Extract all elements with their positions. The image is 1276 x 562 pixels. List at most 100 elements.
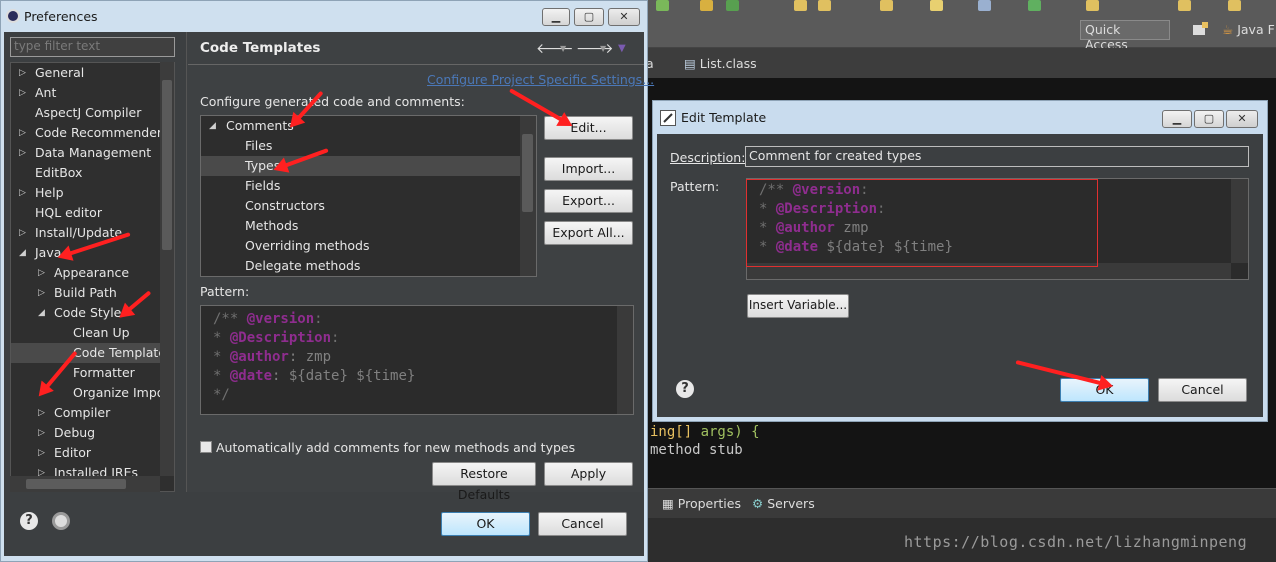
java-perspective-button[interactable]: ☕ Java F [1222,22,1275,37]
tree-item[interactable]: Organize Impo [11,383,164,403]
expand-icon[interactable]: ▷ [19,63,26,83]
maximize-button[interactable]: ▢ [1194,110,1224,128]
help-icon[interactable]: ? [20,512,38,530]
tree-item[interactable]: ▷ Code Recommenders [11,123,169,143]
import-button[interactable]: Import... [544,157,633,181]
window-title: Preferences [24,9,98,24]
chevron-down-icon[interactable]: ▼ [600,44,606,53]
tab-servers[interactable]: ⚙ Servers [752,496,815,511]
expand-icon[interactable]: ▷ [19,223,26,243]
expand-icon[interactable]: ▷ [19,183,26,203]
tree-scroll-thumb[interactable] [162,80,172,250]
auto-comments-checkbox[interactable] [200,441,212,453]
expand-icon[interactable]: ▷ [38,403,45,423]
record-icon[interactable] [52,512,70,530]
template-item[interactable]: Types [201,156,520,176]
tree-item[interactable]: EditBox [11,163,161,183]
insert-variable-button[interactable]: Insert Variable... [747,294,849,318]
filter-input[interactable]: type filter text [10,37,175,57]
restore-defaults-button[interactable]: Restore Defaults [432,462,536,502]
tree-item[interactable]: ▷ Appearance [11,263,161,283]
toolbar-icon[interactable] [818,0,831,11]
tree-item[interactable]: HQL editor [11,203,161,223]
expand-icon[interactable]: ▷ [38,263,45,283]
tree-item[interactable]: AspectJ Compiler [11,103,161,123]
preferences-tree[interactable]: ▷ General ▷ Ant AspectJ Compiler ▷ Code Recomm… [10,62,175,492]
tree-item[interactable]: ▷ Debug [11,423,161,443]
editor-tab-list-class[interactable]: ▤ List.class [684,56,757,71]
collapse-icon[interactable]: ◢ [38,303,45,323]
templates-scroll-thumb[interactable] [522,134,533,212]
export-button[interactable]: Export... [544,189,633,213]
export-all-button[interactable]: Export All... [544,221,633,245]
ok-button[interactable]: OK [441,512,530,536]
collapse-icon[interactable]: ◢ [19,243,26,263]
toolbar-icon[interactable] [930,0,943,11]
forward-arrow-icon[interactable]: 🡒 [576,40,614,57]
code-keyword: ing[] [650,424,701,440]
expand-icon[interactable]: ▷ [19,123,26,143]
toolbar-icon[interactable] [1086,0,1099,11]
tab-properties[interactable]: ▦ Properties [662,496,741,511]
template-item-label: Files [245,138,273,153]
expand-icon[interactable]: ▷ [38,443,45,463]
preferences-titlebar[interactable]: Preferences ▁ ▢ ✕ [0,0,646,32]
apply-button[interactable]: Apply [544,462,633,486]
template-item[interactable]: Files [201,136,520,156]
tree-item[interactable]: ▷ General [11,63,161,83]
tree-item[interactable]: ▷ Install/Update [11,223,161,243]
servers-icon: ⚙ [752,496,764,511]
toolbar-icon[interactable] [794,0,807,11]
tree-item[interactable]: Code Template [11,343,166,363]
toolbar-icon[interactable] [726,0,739,11]
tree-item[interactable]: ◢ Code Style [11,303,161,323]
toolbar-icon[interactable] [1028,0,1041,11]
tree-item[interactable]: ▷ Help [11,183,161,203]
toolbar-icon[interactable] [656,0,669,11]
template-item[interactable]: Fields [201,176,520,196]
toolbar-icon[interactable] [1228,0,1241,11]
chevron-down-icon[interactable]: ▼ [560,44,566,53]
maximize-button[interactable]: ▢ [574,8,604,26]
tree-horizontal-thumb[interactable] [26,479,126,489]
tree-item-label: AspectJ Compiler [35,105,142,120]
tree-item[interactable]: ▷ Data Management [11,143,161,163]
code-param: args) { [700,424,760,440]
toolbar-icon[interactable] [880,0,893,11]
pattern-scrollbar[interactable] [1231,179,1248,263]
expand-icon[interactable]: ▷ [19,83,26,103]
description-input[interactable]: Comment for created types [745,146,1249,167]
highlight-box [746,179,1098,267]
template-item[interactable]: ◢ Comments [201,116,520,136]
minimize-button[interactable]: ▁ [542,8,570,26]
minimize-button[interactable]: ▁ [1162,110,1192,128]
open-perspective-icon[interactable] [1190,20,1210,40]
expand-icon[interactable]: ▷ [38,283,45,303]
template-item[interactable]: Constructors [201,196,520,216]
quick-access-input[interactable]: Quick Access [1080,20,1170,52]
view-menu-icon[interactable]: ▼ [618,43,626,54]
template-item[interactable]: Delegate methods [201,256,520,276]
template-item[interactable]: Overriding methods [201,236,520,256]
pattern-scrollbar[interactable] [617,306,633,414]
collapse-icon[interactable]: ◢ [209,116,216,136]
tree-item[interactable]: ▷ Compiler [11,403,161,423]
back-arrow-icon[interactable]: 🡐 [536,40,574,57]
cancel-button[interactable]: Cancel [538,512,627,536]
tree-item[interactable]: Clean Up [11,323,161,343]
toolbar-icon[interactable] [1178,0,1191,11]
templates-tree[interactable]: ◢ Comments Files Types Fields Constructors Met… [200,115,537,277]
expand-icon[interactable]: ▷ [19,143,26,163]
tree-item[interactable]: ▷ Ant [11,83,161,103]
help-icon[interactable]: ? [676,380,694,398]
cancel-button[interactable]: Cancel [1158,378,1247,402]
expand-icon[interactable]: ▷ [38,423,45,443]
template-item[interactable]: Methods [201,216,520,236]
close-button[interactable]: ✕ [1226,110,1258,128]
toolbar-icon[interactable] [700,0,713,11]
toolbar-icon[interactable] [978,0,991,11]
tree-item[interactable]: Formatter [11,363,161,383]
configure-project-settings-link[interactable]: Configure Project Specific Settings... [427,72,654,87]
tree-item[interactable]: ▷ Editor [11,443,161,463]
close-button[interactable]: ✕ [608,8,640,26]
